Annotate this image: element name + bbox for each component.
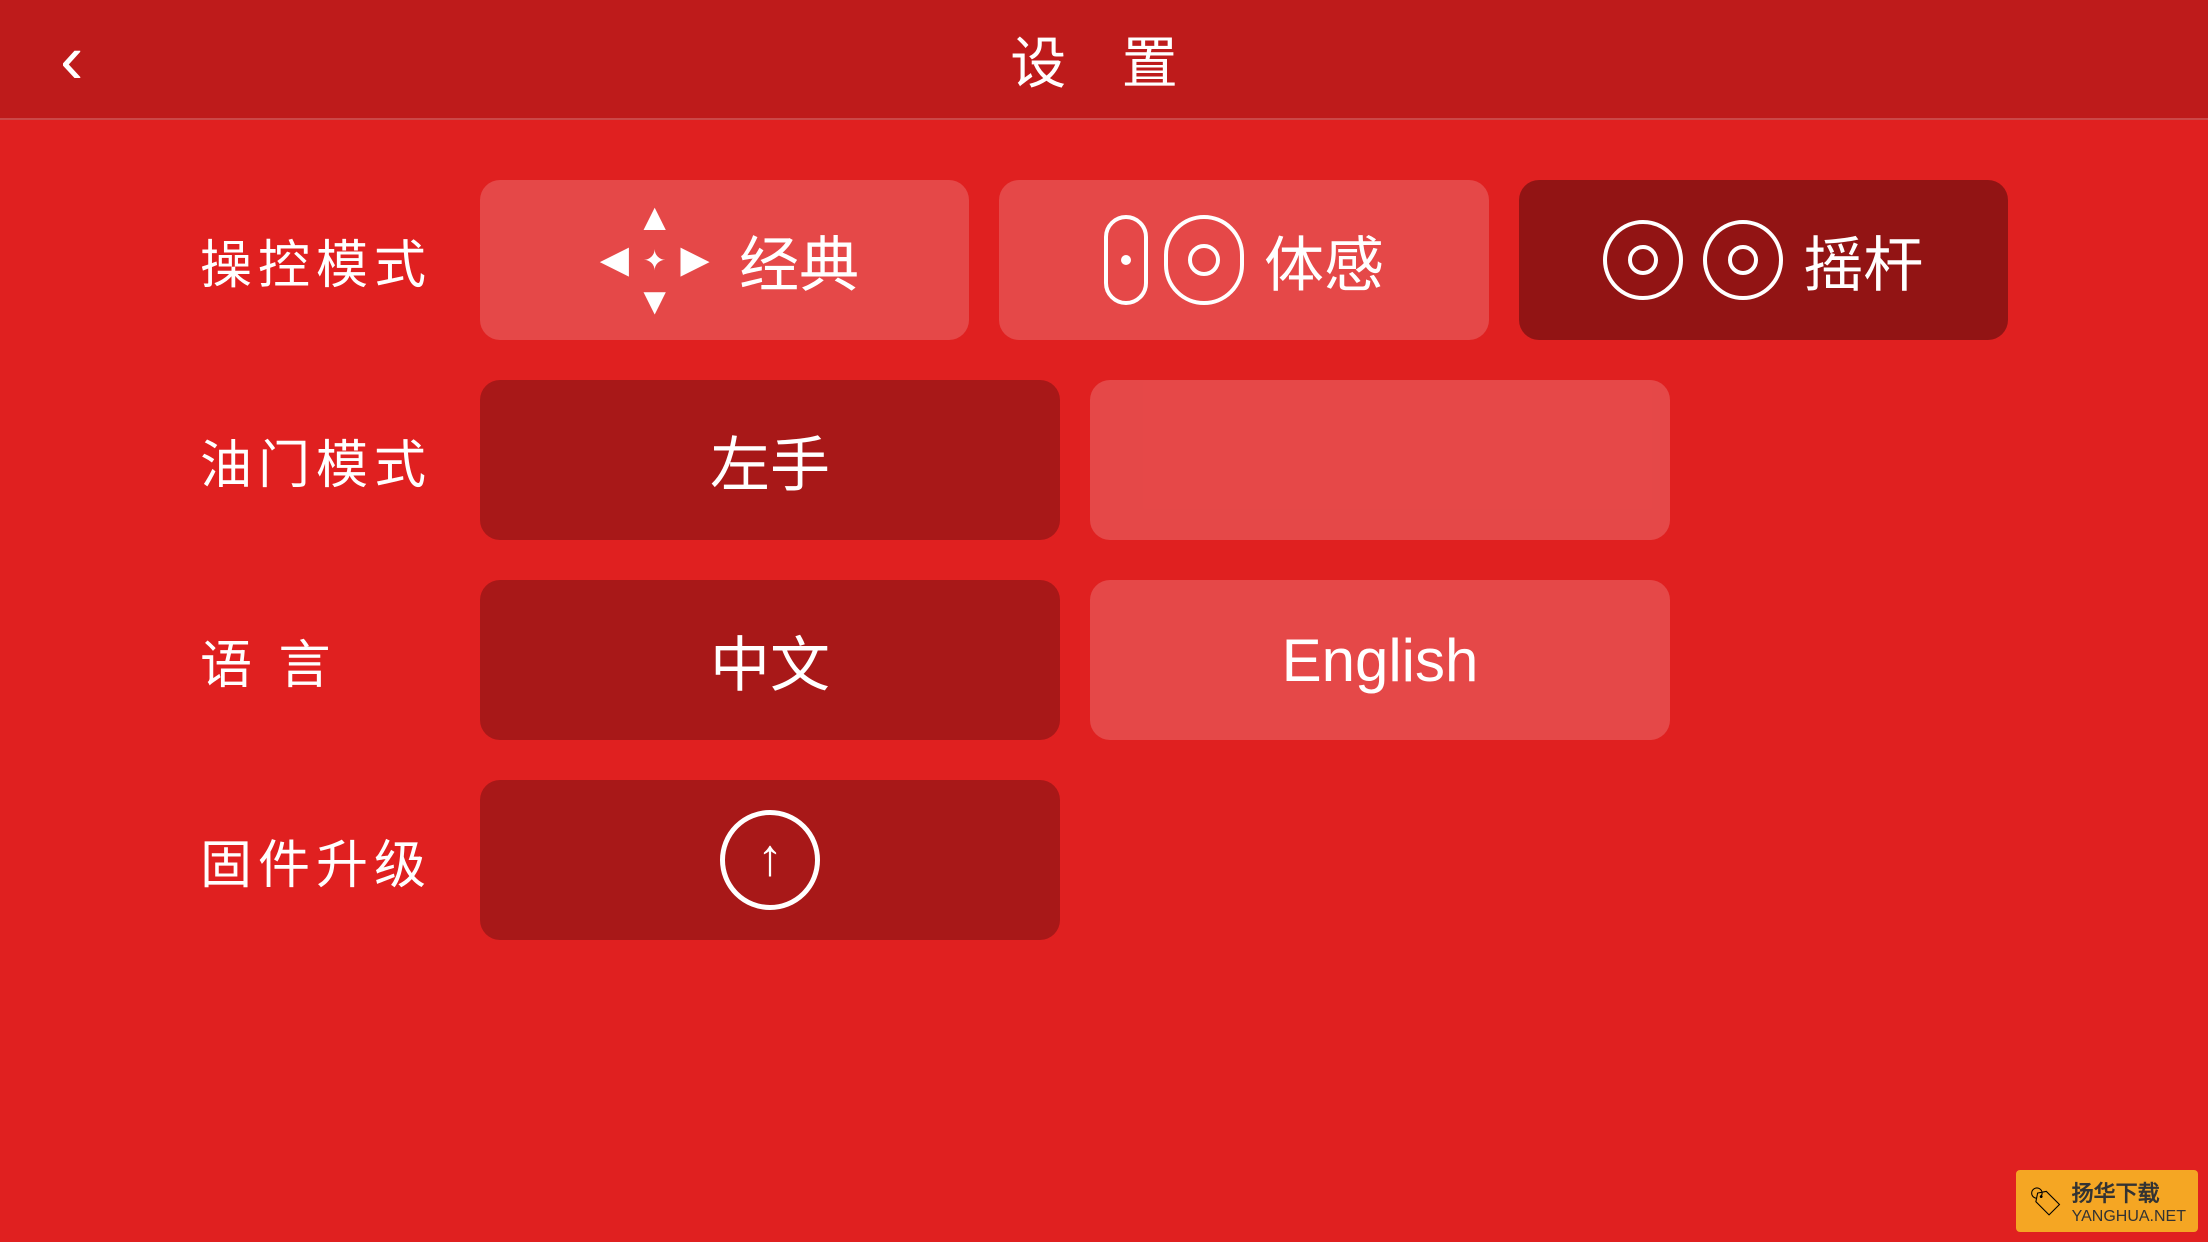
watermark: 🏷 扬华下载 YANGHUA.NET xyxy=(2016,1170,2198,1232)
joystick-icon xyxy=(1603,220,1783,300)
throttle-mode-options: 左手 xyxy=(480,380,2008,540)
control-mode-options: ▲ ▲ ▲ ◀ ✦ ▶ ▼ ▼ ▼ 经典 xyxy=(480,180,2008,340)
chinese-button[interactable]: 中文 xyxy=(480,580,1060,740)
firmware-options: ↑ xyxy=(480,780,2008,940)
joystick-label: 摇杆 xyxy=(1803,217,1923,304)
language-row: 语 言 中文 English xyxy=(200,580,2008,740)
classic-label: 经典 xyxy=(739,217,859,304)
header: ‹ 设 置 xyxy=(0,0,2208,120)
upload-icon: ↑ xyxy=(720,810,820,910)
firmware-upload-button[interactable]: ↑ xyxy=(480,780,1060,940)
right-hand-button[interactable] xyxy=(1090,380,1670,540)
throttle-mode-label: 油门模式 xyxy=(200,423,480,498)
classic-mode-button[interactable]: ▲ ▲ ▲ ◀ ✦ ▶ ▼ ▼ ▼ 经典 xyxy=(480,180,969,340)
watermark-name: 扬华下载 xyxy=(2072,1176,2186,1208)
motion-icon xyxy=(1104,215,1244,305)
joystick-mode-button[interactable]: 摇杆 xyxy=(1519,180,2008,340)
firmware-label: 固件升级 xyxy=(200,823,480,898)
back-button[interactable]: ‹ xyxy=(60,24,83,94)
language-label: 语 言 xyxy=(200,623,480,698)
motion-label: 体感 xyxy=(1264,217,1384,304)
firmware-row: 固件升级 ↑ xyxy=(200,780,2008,940)
settings-content: 操控模式 ▲ ▲ ▲ ◀ ✦ ▶ ▼ ▼ xyxy=(0,120,2208,1000)
left-hand-label: 左手 xyxy=(710,417,830,504)
control-mode-row: 操控模式 ▲ ▲ ▲ ◀ ✦ ▶ ▼ ▼ xyxy=(200,180,2008,340)
english-button[interactable]: English xyxy=(1090,580,1670,740)
dpad-icon: ▲ ▲ ▲ ◀ ✦ ▶ ▼ ▼ ▼ xyxy=(590,199,719,321)
language-options: 中文 English xyxy=(480,580,2008,740)
motion-mode-button[interactable]: 体感 xyxy=(999,180,1488,340)
watermark-icon: 🏷 xyxy=(2028,1185,2064,1218)
control-mode-label: 操控模式 xyxy=(200,223,480,298)
throttle-mode-row: 油门模式 左手 xyxy=(200,380,2008,540)
page-title: 设 置 xyxy=(1010,19,1198,100)
chinese-label: 中文 xyxy=(710,617,830,704)
watermark-url: YANGHUA.NET xyxy=(2072,1208,2186,1226)
left-hand-button[interactable]: 左手 xyxy=(480,380,1060,540)
english-label: English xyxy=(1282,626,1479,695)
